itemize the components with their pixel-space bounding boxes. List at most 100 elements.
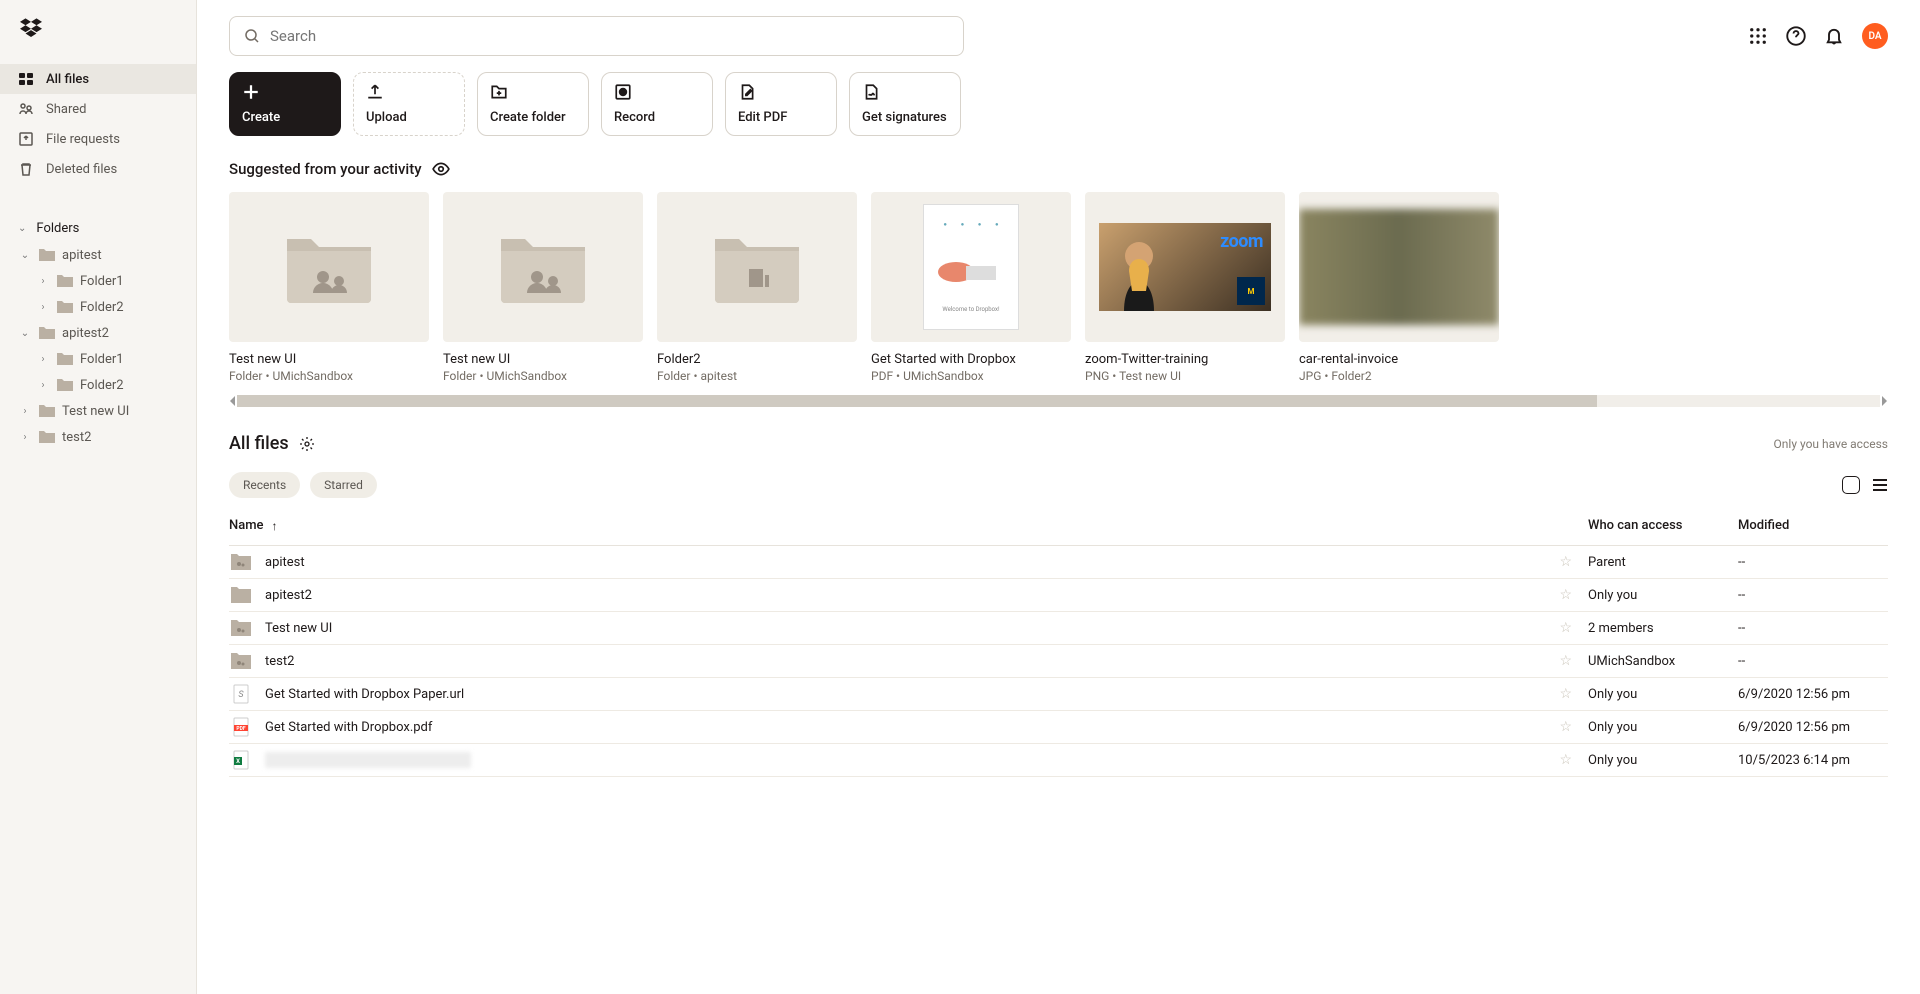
suggested-meta: PNG • Test new UI xyxy=(1085,369,1285,383)
folder-plus-icon xyxy=(490,83,508,101)
tree-header-label: Folders xyxy=(36,221,79,236)
chevron-icon: › xyxy=(36,302,50,313)
table-row[interactable]: apitest2☆Only you-- xyxy=(229,579,1888,612)
modified-text: 6/9/2020 12:56 pm xyxy=(1738,720,1888,735)
suggested-card[interactable]: Test new UIFolder • UMichSandbox xyxy=(443,192,643,383)
tree-label: test2 xyxy=(62,430,91,445)
filter-starred[interactable]: Starred xyxy=(310,472,377,498)
nav-label: Deleted files xyxy=(46,162,117,177)
file-type-icon: X xyxy=(229,750,253,770)
table-row[interactable]: test2 ☆ UMichSandbox -- xyxy=(229,645,1888,678)
select-all-checkbox[interactable] xyxy=(1842,476,1860,494)
file-type-icon xyxy=(229,552,253,572)
folder-icon xyxy=(56,378,74,392)
star-icon[interactable]: ☆ xyxy=(1559,620,1572,636)
eye-icon[interactable] xyxy=(432,160,450,178)
horizontal-scrollbar[interactable] xyxy=(229,395,1888,407)
file-type-icon xyxy=(229,618,253,638)
table-header: Name ↑ Who can access Modified xyxy=(229,506,1888,546)
chevron-icon: › xyxy=(36,276,50,287)
tree-item[interactable]: › test2 xyxy=(0,424,196,450)
column-modified[interactable]: Modified xyxy=(1738,518,1888,533)
tree-label: Folder2 xyxy=(80,300,124,315)
suggested-card[interactable]: ●●●●Welcome to Dropbox!Get Started with … xyxy=(871,192,1071,383)
bell-icon[interactable] xyxy=(1824,26,1844,46)
modified-text: -- xyxy=(1738,654,1888,669)
main-content: DA Create Upload Create folder Record xyxy=(197,0,1920,994)
filter-recents[interactable]: Recents xyxy=(229,472,300,498)
tree-item[interactable]: ›Test new UI xyxy=(0,398,196,424)
column-access[interactable]: Who can access xyxy=(1588,518,1738,533)
search-input[interactable] xyxy=(270,27,949,45)
star-icon[interactable]: ☆ xyxy=(1559,653,1572,669)
suggested-title: Suggested from your activity xyxy=(229,160,422,178)
file-type-icon: S xyxy=(229,684,253,704)
column-name[interactable]: Name ↑ xyxy=(229,518,1588,533)
edit-pdf-button[interactable]: Edit PDF xyxy=(725,72,837,136)
table-row[interactable]: apitest☆Parent-- xyxy=(229,546,1888,579)
record-button[interactable]: Record xyxy=(601,72,713,136)
action-label: Upload xyxy=(366,110,452,125)
help-icon[interactable] xyxy=(1786,26,1806,46)
nav-file-requests[interactable]: File requests xyxy=(0,124,196,154)
folder-icon xyxy=(38,248,56,262)
action-label: Create xyxy=(242,110,328,125)
plus-icon xyxy=(242,83,260,101)
record-icon xyxy=(614,83,632,101)
star-icon[interactable]: ☆ xyxy=(1559,719,1572,735)
create-button[interactable]: Create xyxy=(229,72,341,136)
signature-icon xyxy=(862,83,880,101)
tree-label: Folder1 xyxy=(80,274,124,289)
column-name-label: Name xyxy=(229,518,264,533)
upload-button[interactable]: Upload xyxy=(353,72,465,136)
dropbox-logo-icon[interactable] xyxy=(20,17,42,39)
access-text: UMichSandbox xyxy=(1588,654,1675,669)
trash-icon xyxy=(18,161,34,177)
star-icon[interactable]: ☆ xyxy=(1559,686,1572,702)
pdf-edit-icon xyxy=(738,83,756,101)
logo-area xyxy=(0,0,196,56)
suggested-card[interactable]: Test new UIFolder • UMichSandbox xyxy=(229,192,429,383)
tree-item[interactable]: ⌄apitest xyxy=(0,242,196,268)
chevron-icon: › xyxy=(18,432,32,443)
list-view-icon[interactable] xyxy=(1872,477,1888,493)
svg-text:PDF: PDF xyxy=(236,726,245,732)
tree-item[interactable]: ›Folder2 xyxy=(0,372,196,398)
suggested-card[interactable]: car-rental-invoiceJPG • Folder2 xyxy=(1299,192,1499,383)
suggested-card[interactable]: Folder2Folder • apitest xyxy=(657,192,857,383)
search-box[interactable] xyxy=(229,16,964,56)
apps-grid-icon[interactable] xyxy=(1748,26,1768,46)
star-icon[interactable]: ☆ xyxy=(1559,752,1572,768)
suggested-meta: Folder • UMichSandbox xyxy=(229,369,429,383)
modified-text: -- xyxy=(1738,588,1888,603)
svg-text:X: X xyxy=(236,758,240,765)
action-label: Record xyxy=(614,110,700,125)
table-row[interactable]: SGet Started with Dropbox Paper.url☆Only… xyxy=(229,678,1888,711)
table-row[interactable]: Test new UI☆2 members-- xyxy=(229,612,1888,645)
tree-item[interactable]: › Folder1 xyxy=(0,268,196,294)
nav-all-files[interactable]: All files xyxy=(0,64,196,94)
table-row[interactable]: PDFGet Started with Dropbox.pdf☆Only you… xyxy=(229,711,1888,744)
star-icon[interactable]: ☆ xyxy=(1559,554,1572,570)
suggested-card[interactable]: zoomMzoom-Twitter-trainingPNG • Test new… xyxy=(1085,192,1285,383)
nav-shared[interactable]: Shared xyxy=(0,94,196,124)
gear-icon[interactable] xyxy=(299,436,315,452)
nav-deleted[interactable]: Deleted files xyxy=(0,154,196,184)
access-text: Parent xyxy=(1588,555,1626,570)
table-row[interactable]: X☆Only you10/5/2023 6:14 pm xyxy=(229,744,1888,777)
tree-item[interactable]: ⌄apitest2 xyxy=(0,320,196,346)
star-icon[interactable]: ☆ xyxy=(1559,587,1572,603)
folder-icon xyxy=(56,274,74,288)
tree-header-folders[interactable]: ⌄ Folders xyxy=(0,214,196,242)
chevron-icon: ⌄ xyxy=(18,250,32,261)
access-text: Only you xyxy=(1588,720,1637,735)
action-label: Edit PDF xyxy=(738,110,824,125)
get-signatures-button[interactable]: Get signatures xyxy=(849,72,961,136)
suggested-meta: Folder • UMichSandbox xyxy=(443,369,643,383)
file-name: test2 xyxy=(265,654,294,669)
tree-item[interactable]: ›Folder1 xyxy=(0,346,196,372)
create-folder-button[interactable]: Create folder xyxy=(477,72,589,136)
tree-item[interactable]: › Folder2 xyxy=(0,294,196,320)
avatar[interactable]: DA xyxy=(1862,23,1888,49)
file-name: apitest xyxy=(265,555,305,570)
